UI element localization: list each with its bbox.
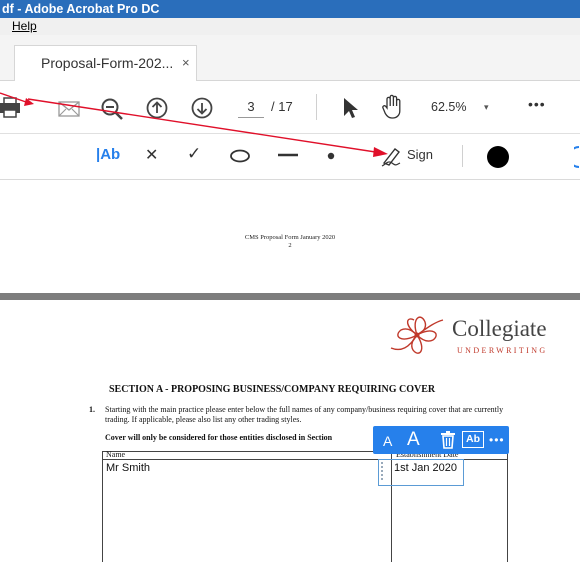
section-title: SECTION A - PROPOSING BUSINESS/COMPANY R… [109,384,436,395]
logo-subtitle: UNDERWRITING [457,346,548,355]
item-number: 1. [89,405,95,414]
section-paragraph: Starting with the main practice please e… [105,405,504,424]
color-picker-icon[interactable] [486,145,510,169]
collegiate-logo-icon [390,316,444,354]
table-header-name: Name [106,450,126,459]
table-cell-name[interactable]: Mr Smith [106,462,150,474]
page-separator [0,293,580,300]
annotation-arrow-icon [0,92,388,157]
logo-name: Collegiate [452,316,547,341]
window-title-bar: df - Adobe Acrobat Pro DC [0,0,580,18]
tab-close-icon[interactable]: × [182,46,190,80]
drag-handle[interactable] [381,462,385,480]
decrease-font-size-button[interactable]: A [383,433,392,449]
more-actions-icon[interactable]: ••• [489,433,505,447]
document-tab-label: Proposal-Form-202... [41,55,174,71]
delete-icon[interactable] [440,431,456,449]
page-footer-line1: CMS Proposal Form January 2020 [244,234,336,241]
fill-sign-divider [462,145,463,167]
text-field-toolbar: A A Ab ••• [373,426,509,454]
sign-button[interactable]: Sign [407,147,433,162]
tab-bar: Proposal-Form-202... × [0,35,580,81]
more-tools-icon[interactable]: ••• [528,96,546,112]
comb-field-button[interactable]: Ab [462,431,484,448]
window-title: df - Adobe Acrobat Pro DC [2,2,160,16]
table-cell-date[interactable]: 1st Jan 2020 [394,462,457,474]
zoom-level[interactable]: 62.5% [431,97,466,117]
menu-bar: Help [0,18,580,35]
cover-note: Cover will only be considered for those … [105,433,333,442]
more-options-edge-icon[interactable] [574,145,580,169]
document-tab[interactable]: Proposal-Form-202... × [14,45,197,81]
zoom-dropdown-icon[interactable]: ▾ [484,97,489,117]
increase-font-size-button[interactable]: A [407,429,420,451]
menu-help[interactable]: Help [12,19,37,33]
page-footer-line2: 2 [288,242,292,249]
